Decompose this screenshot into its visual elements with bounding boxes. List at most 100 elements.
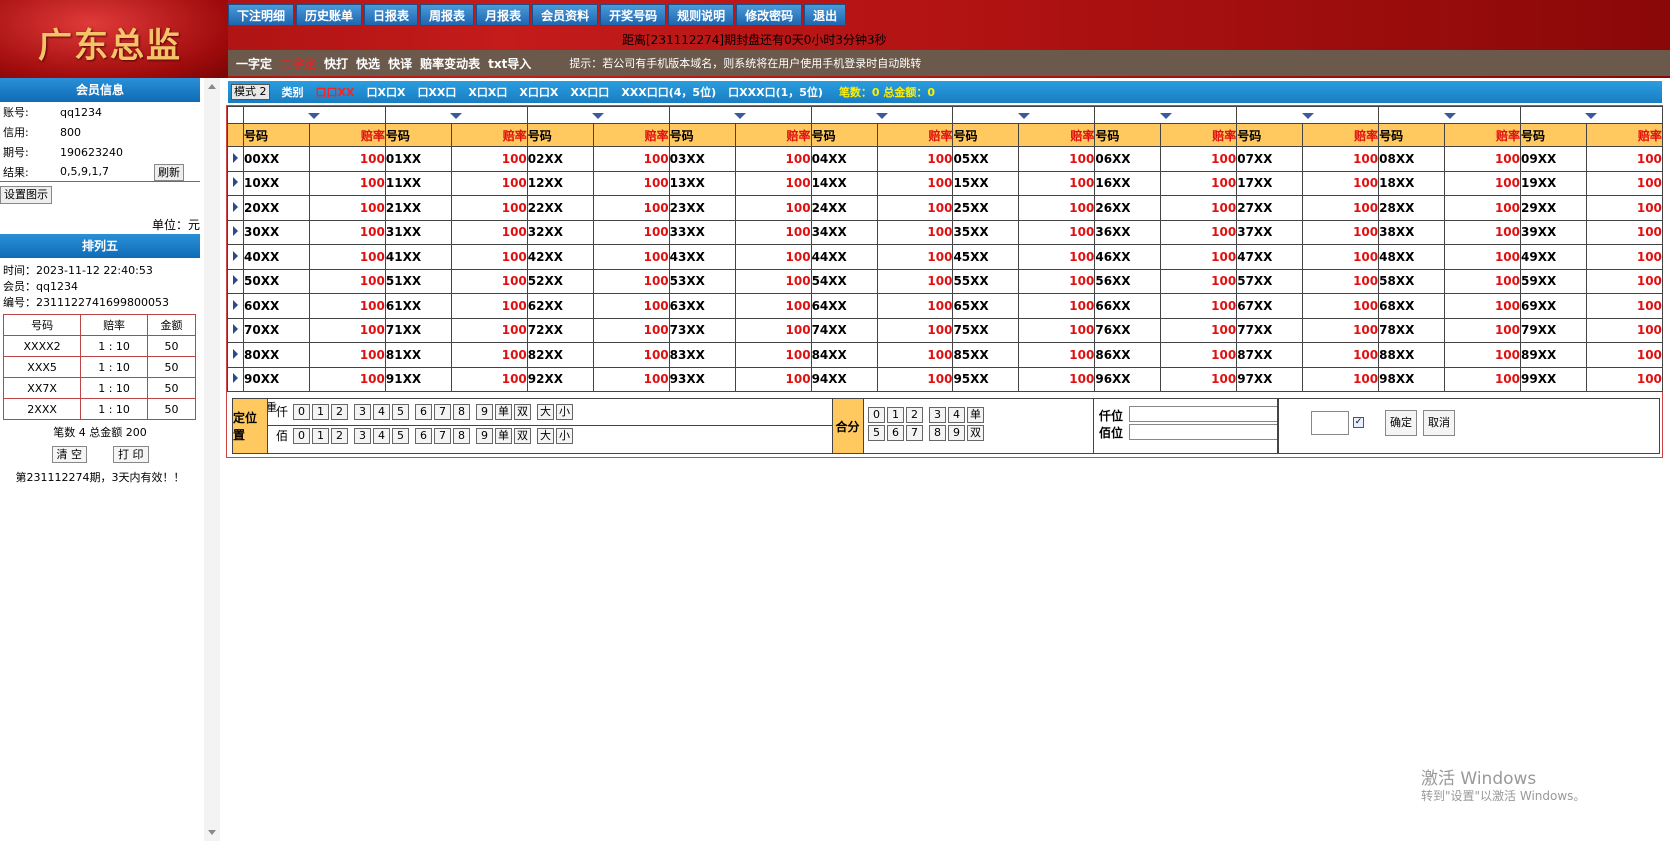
play-icon[interactable] (233, 226, 238, 237)
nav-button-8[interactable]: 修改密码 (736, 4, 803, 26)
odds-cell[interactable]: 100 (1444, 317, 1522, 343)
odds-cell[interactable]: 100 (1302, 219, 1380, 245)
row-select[interactable] (227, 342, 244, 368)
sub-tab-1[interactable]: 二字定 (280, 55, 316, 72)
number-cell[interactable]: 83XX (668, 342, 736, 368)
nav-button-5[interactable]: 会员资料 (532, 4, 599, 26)
column-toggle[interactable] (1094, 106, 1238, 124)
hundred-row-digit-9[interactable]: 9 (476, 427, 493, 444)
odds-cell[interactable]: 100 (309, 219, 386, 245)
row-select[interactable] (227, 170, 244, 196)
odds-cell[interactable]: 100 (1018, 146, 1096, 172)
column-toggle[interactable] (668, 106, 812, 124)
number-cell[interactable]: 53XX (668, 268, 736, 294)
number-cell[interactable]: 19XX (1520, 170, 1588, 196)
odds-cell[interactable]: 100 (309, 195, 386, 221)
hundred-row-digit-7[interactable]: 7 (434, 427, 451, 444)
row-select[interactable] (227, 244, 244, 270)
odds-cell[interactable]: 100 (1160, 317, 1238, 343)
hefen-row-2-btn-3[interactable]: 8 (929, 425, 946, 441)
number-cell[interactable]: 61XX (384, 293, 452, 319)
number-cell[interactable]: 52XX (526, 268, 594, 294)
thousand-row-digit-4[interactable]: 4 (373, 403, 390, 420)
mode-option-0[interactable]: 类别 (282, 84, 304, 100)
number-cell[interactable]: 85XX (952, 342, 1020, 368)
odds-cell[interactable]: 100 (1586, 317, 1663, 343)
play-icon[interactable] (233, 177, 238, 188)
odds-cell[interactable]: 100 (1586, 366, 1663, 392)
odds-cell[interactable]: 100 (876, 342, 954, 368)
number-cell[interactable]: 84XX (810, 342, 878, 368)
number-cell[interactable]: 18XX (1378, 170, 1446, 196)
number-cell[interactable]: 89XX (1520, 342, 1588, 368)
odds-cell[interactable]: 100 (1018, 219, 1096, 245)
number-cell[interactable]: 45XX (952, 244, 1020, 270)
column-toggle[interactable] (1378, 106, 1522, 124)
column-toggle[interactable] (1520, 106, 1663, 124)
number-cell[interactable]: 73XX (668, 317, 736, 343)
mode-option-6[interactable]: XX口口 (570, 84, 609, 100)
play-icon[interactable] (233, 275, 238, 286)
odds-cell[interactable]: 100 (1586, 244, 1663, 270)
number-cell[interactable]: 21XX (384, 195, 452, 221)
number-cell[interactable]: 68XX (1378, 293, 1446, 319)
column-toggle[interactable] (810, 106, 954, 124)
odds-cell[interactable]: 100 (1444, 146, 1522, 172)
number-cell[interactable]: 70XX (243, 317, 310, 343)
odds-cell[interactable]: 100 (876, 146, 954, 172)
odds-cell[interactable]: 100 (1586, 268, 1663, 294)
play-icon[interactable] (233, 299, 238, 310)
number-cell[interactable]: 80XX (243, 342, 310, 368)
mode-option-2[interactable]: 口X口X (366, 84, 405, 100)
number-cell[interactable]: 50XX (243, 268, 310, 294)
row-select[interactable] (227, 268, 244, 294)
nav-button-0[interactable]: 下注明细 (228, 4, 295, 26)
odds-cell[interactable]: 100 (1444, 268, 1522, 294)
number-cell[interactable]: 81XX (384, 342, 452, 368)
number-cell[interactable]: 87XX (1236, 342, 1304, 368)
odds-cell[interactable]: 100 (1160, 366, 1238, 392)
number-cell[interactable]: 64XX (810, 293, 878, 319)
thousand-row-digit-5[interactable]: 5 (392, 403, 409, 420)
odds-cell[interactable]: 100 (309, 293, 386, 319)
number-cell[interactable]: 28XX (1378, 195, 1446, 221)
thousand-row-digit-8[interactable]: 8 (453, 403, 470, 420)
number-cell[interactable]: 95XX (952, 366, 1020, 392)
odds-cell[interactable]: 100 (876, 170, 954, 196)
mode-option-3[interactable]: 口XX口 (417, 84, 456, 100)
number-cell[interactable]: 43XX (668, 244, 736, 270)
odds-cell[interactable]: 100 (309, 170, 386, 196)
number-cell[interactable]: 37XX (1236, 219, 1304, 245)
thousand-row-digit-2[interactable]: 2 (331, 403, 348, 420)
thousand-row-extra-3[interactable]: 小 (556, 403, 573, 420)
odds-cell[interactable]: 100 (734, 317, 812, 343)
number-cell[interactable]: 72XX (526, 317, 594, 343)
odds-cell[interactable]: 100 (1302, 146, 1380, 172)
odds-cell[interactable]: 100 (592, 170, 670, 196)
odds-cell[interactable]: 100 (876, 317, 954, 343)
number-cell[interactable]: 27XX (1236, 195, 1304, 221)
thousand-row-extra-0[interactable]: 单 (495, 403, 512, 420)
row-select[interactable] (227, 219, 244, 245)
number-cell[interactable]: 47XX (1236, 244, 1304, 270)
chevron-down-icon[interactable] (876, 113, 888, 119)
odds-cell[interactable]: 100 (450, 195, 528, 221)
hundred-row-digit-4[interactable]: 4 (373, 427, 390, 444)
odds-cell[interactable]: 100 (1586, 219, 1663, 245)
odds-cell[interactable]: 100 (734, 342, 812, 368)
odds-cell[interactable]: 100 (309, 342, 386, 368)
number-cell[interactable]: 10XX (243, 170, 310, 196)
clear-button[interactable]: 清 空 (51, 446, 87, 463)
nav-button-4[interactable]: 月报表 (476, 4, 531, 26)
hundred-row-digit-8[interactable]: 8 (453, 427, 470, 444)
odds-cell[interactable]: 100 (1444, 195, 1522, 221)
odds-cell[interactable]: 100 (734, 366, 812, 392)
odds-cell[interactable]: 100 (1160, 293, 1238, 319)
number-cell[interactable]: 97XX (1236, 366, 1304, 392)
odds-cell[interactable]: 100 (876, 244, 954, 270)
number-cell[interactable]: 29XX (1520, 195, 1588, 221)
column-toggle[interactable] (243, 106, 386, 124)
thousand-row-digit-6[interactable]: 6 (415, 403, 432, 420)
play-icon[interactable] (233, 324, 238, 335)
odds-cell[interactable]: 100 (1444, 293, 1522, 319)
